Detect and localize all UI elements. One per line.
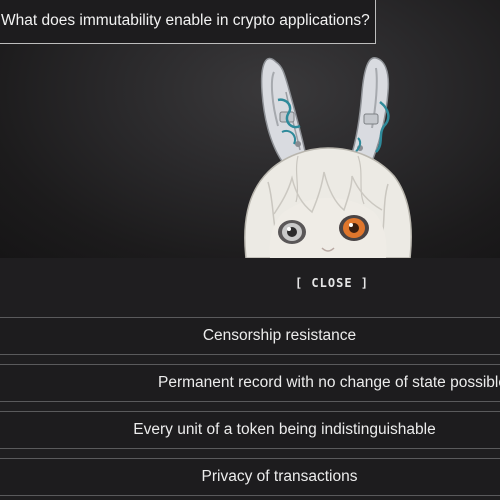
- answer-option[interactable]: Censorship resistance: [0, 317, 500, 355]
- scene-stage: What does immutability enable in crypto …: [0, 0, 500, 258]
- answer-option-label: Permanent record with no change of state…: [158, 374, 500, 391]
- answer-option-label: Privacy of transactions: [201, 468, 358, 485]
- answer-option-label: Censorship resistance: [202, 327, 357, 344]
- bunny-girl-avatar-icon: [244, 57, 412, 258]
- close-button[interactable]: [ CLOSE ]: [290, 274, 374, 292]
- answer-option-label: Every unit of a token being indistinguis…: [133, 421, 436, 438]
- question-prompt: What does immutability enable in crypto …: [0, 0, 376, 44]
- answer-option[interactable]: Every unit of a token being indistinguis…: [0, 411, 500, 449]
- answer-option[interactable]: Privacy of transactions: [0, 458, 500, 496]
- answer-option[interactable]: Permanent record with no change of state…: [0, 364, 500, 402]
